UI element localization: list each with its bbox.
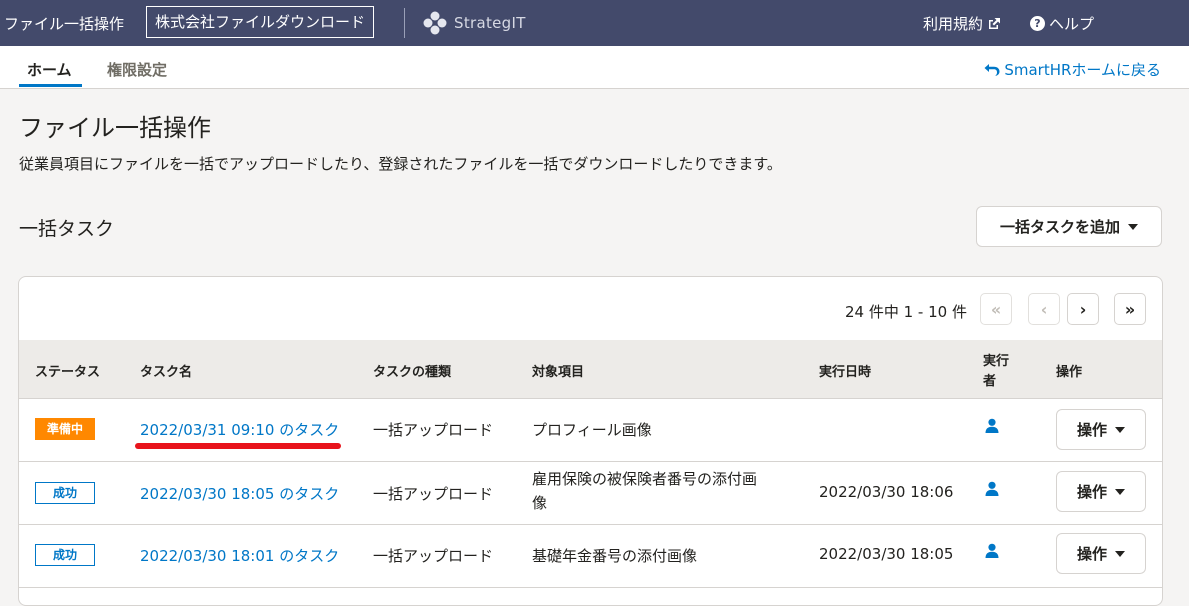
add-bulk-task-label: 一括タスクを追加 (999, 218, 1120, 236)
company-name-selector[interactable]: 株式会社ファイルダウンロード (146, 6, 375, 38)
last-page-icon: » (1124, 299, 1136, 319)
caret-down-icon (1115, 426, 1125, 433)
back-to-smarthr-link[interactable]: SmartHRホームに戻る (984, 59, 1161, 80)
table-row: 準備中 2022/03/31 09:10 のタスク 一括アップロード プロフィー… (19, 399, 1162, 462)
page-title: ファイル一括操作 (19, 114, 211, 142)
section-title: 一括タスク (19, 218, 115, 240)
column-header-type: タスクの種類 (373, 365, 452, 380)
task-type: 一括アップロード (373, 421, 494, 439)
task-name-link[interactable]: 2022/03/30 18:05 のタスク (140, 483, 339, 504)
add-bulk-task-button[interactable]: 一括タスクを追加 (976, 206, 1162, 247)
caret-down-icon (1128, 223, 1138, 230)
status-badge-success: 成功 (35, 544, 95, 566)
column-header-status: ステータス (35, 365, 101, 380)
next-page-icon: › (1079, 299, 1087, 319)
tab-bar: ホーム 権限設定 SmartHRホームに戻る (0, 46, 1189, 89)
brand-name: StrategIT (454, 14, 526, 32)
prev-page-icon: ‹ (1040, 299, 1048, 319)
task-table-card: 24 件中 1 - 10 件 « ‹ › » ステータス タスク名 タスクの種類… (18, 276, 1163, 606)
status-badge-success: 成功 (35, 482, 95, 504)
next-page-button[interactable]: › (1067, 293, 1099, 325)
active-tab-indicator (19, 84, 82, 87)
column-header-target: 対象項目 (532, 365, 585, 380)
terms-label: 利用規約 (923, 15, 984, 33)
column-header-action: 操作 (1056, 365, 1083, 380)
task-name-link[interactable]: 2022/03/31 09:10 のタスク (140, 419, 339, 440)
target-item: プロフィール画像 (532, 421, 652, 439)
column-header-name: タスク名 (140, 365, 193, 380)
external-link-icon (989, 17, 1001, 29)
caret-down-icon (1115, 550, 1125, 557)
return-arrow-icon (984, 63, 1000, 76)
table-row: 成功 2022/03/30 18:01 のタスク 一括アップロード 基礎年金番号… (19, 525, 1162, 588)
first-page-button[interactable]: « (980, 293, 1012, 325)
table-header: ステータス タスク名 タスクの種類 対象項目 実行日時 実行 者 操作 (19, 340, 1162, 399)
help-label: ヘルプ (1049, 15, 1095, 33)
status-badge-preparing: 準備中 (35, 418, 95, 440)
action-button[interactable]: 操作 (1056, 533, 1146, 574)
action-button[interactable]: 操作 (1056, 471, 1146, 512)
header-divider (404, 8, 405, 38)
executed-at: 2022/03/30 18:05 (819, 545, 954, 563)
task-type: 一括アップロード (373, 485, 494, 503)
action-button[interactable]: 操作 (1056, 409, 1146, 450)
question-icon: ? (1030, 16, 1045, 31)
tab-permissions[interactable]: 権限設定 (107, 59, 167, 80)
column-header-executed-at: 実行日時 (819, 365, 872, 380)
top-header: ファイル一括操作 株式会社ファイルダウンロード StrategIT 利用規約 ?… (0, 0, 1189, 46)
red-annotation-underline (135, 443, 341, 449)
pagination-info: 24 件中 1 - 10 件 (845, 303, 967, 321)
tab-home[interactable]: ホーム (27, 59, 72, 80)
target-item: 基礎年金番号の添付画像 (532, 547, 698, 565)
app-title: ファイル一括操作 (4, 15, 125, 33)
action-button-label: 操作 (1076, 421, 1107, 439)
target-item: 雇用保険の被保険者番号の添付画 (532, 470, 758, 488)
last-page-button[interactable]: » (1114, 293, 1146, 325)
help-link[interactable]: ? ヘルプ (1030, 13, 1094, 34)
first-page-icon: « (990, 299, 1002, 319)
action-button-label: 操作 (1076, 545, 1107, 563)
user-icon[interactable] (985, 418, 999, 434)
user-icon[interactable] (985, 481, 999, 497)
task-type: 一括アップロード (373, 547, 494, 565)
brand-logo: StrategIT (422, 10, 526, 36)
user-icon[interactable] (985, 543, 999, 559)
back-link-label: SmartHRホームに戻る (1004, 61, 1161, 79)
prev-page-button[interactable]: ‹ (1028, 293, 1060, 325)
table-row: 成功 2022/03/30 18:05 のタスク 一括アップロード 雇用保険の被… (19, 462, 1162, 525)
executed-at: 2022/03/30 18:06 (819, 483, 954, 501)
caret-down-icon (1115, 488, 1125, 495)
column-header-executor-line2: 者 (983, 374, 997, 389)
page-description: 従業員項目にファイルを一括でアップロードしたり、登録されたファイルを一括でダウン… (19, 155, 782, 173)
column-header-executor-line1: 実行 (983, 354, 1010, 369)
strategit-logo-icon (423, 11, 447, 35)
task-name-link[interactable]: 2022/03/30 18:01 のタスク (140, 545, 339, 566)
action-button-label: 操作 (1076, 483, 1107, 501)
target-item-continued: 像 (532, 494, 548, 512)
terms-link[interactable]: 利用規約 (923, 13, 1001, 34)
